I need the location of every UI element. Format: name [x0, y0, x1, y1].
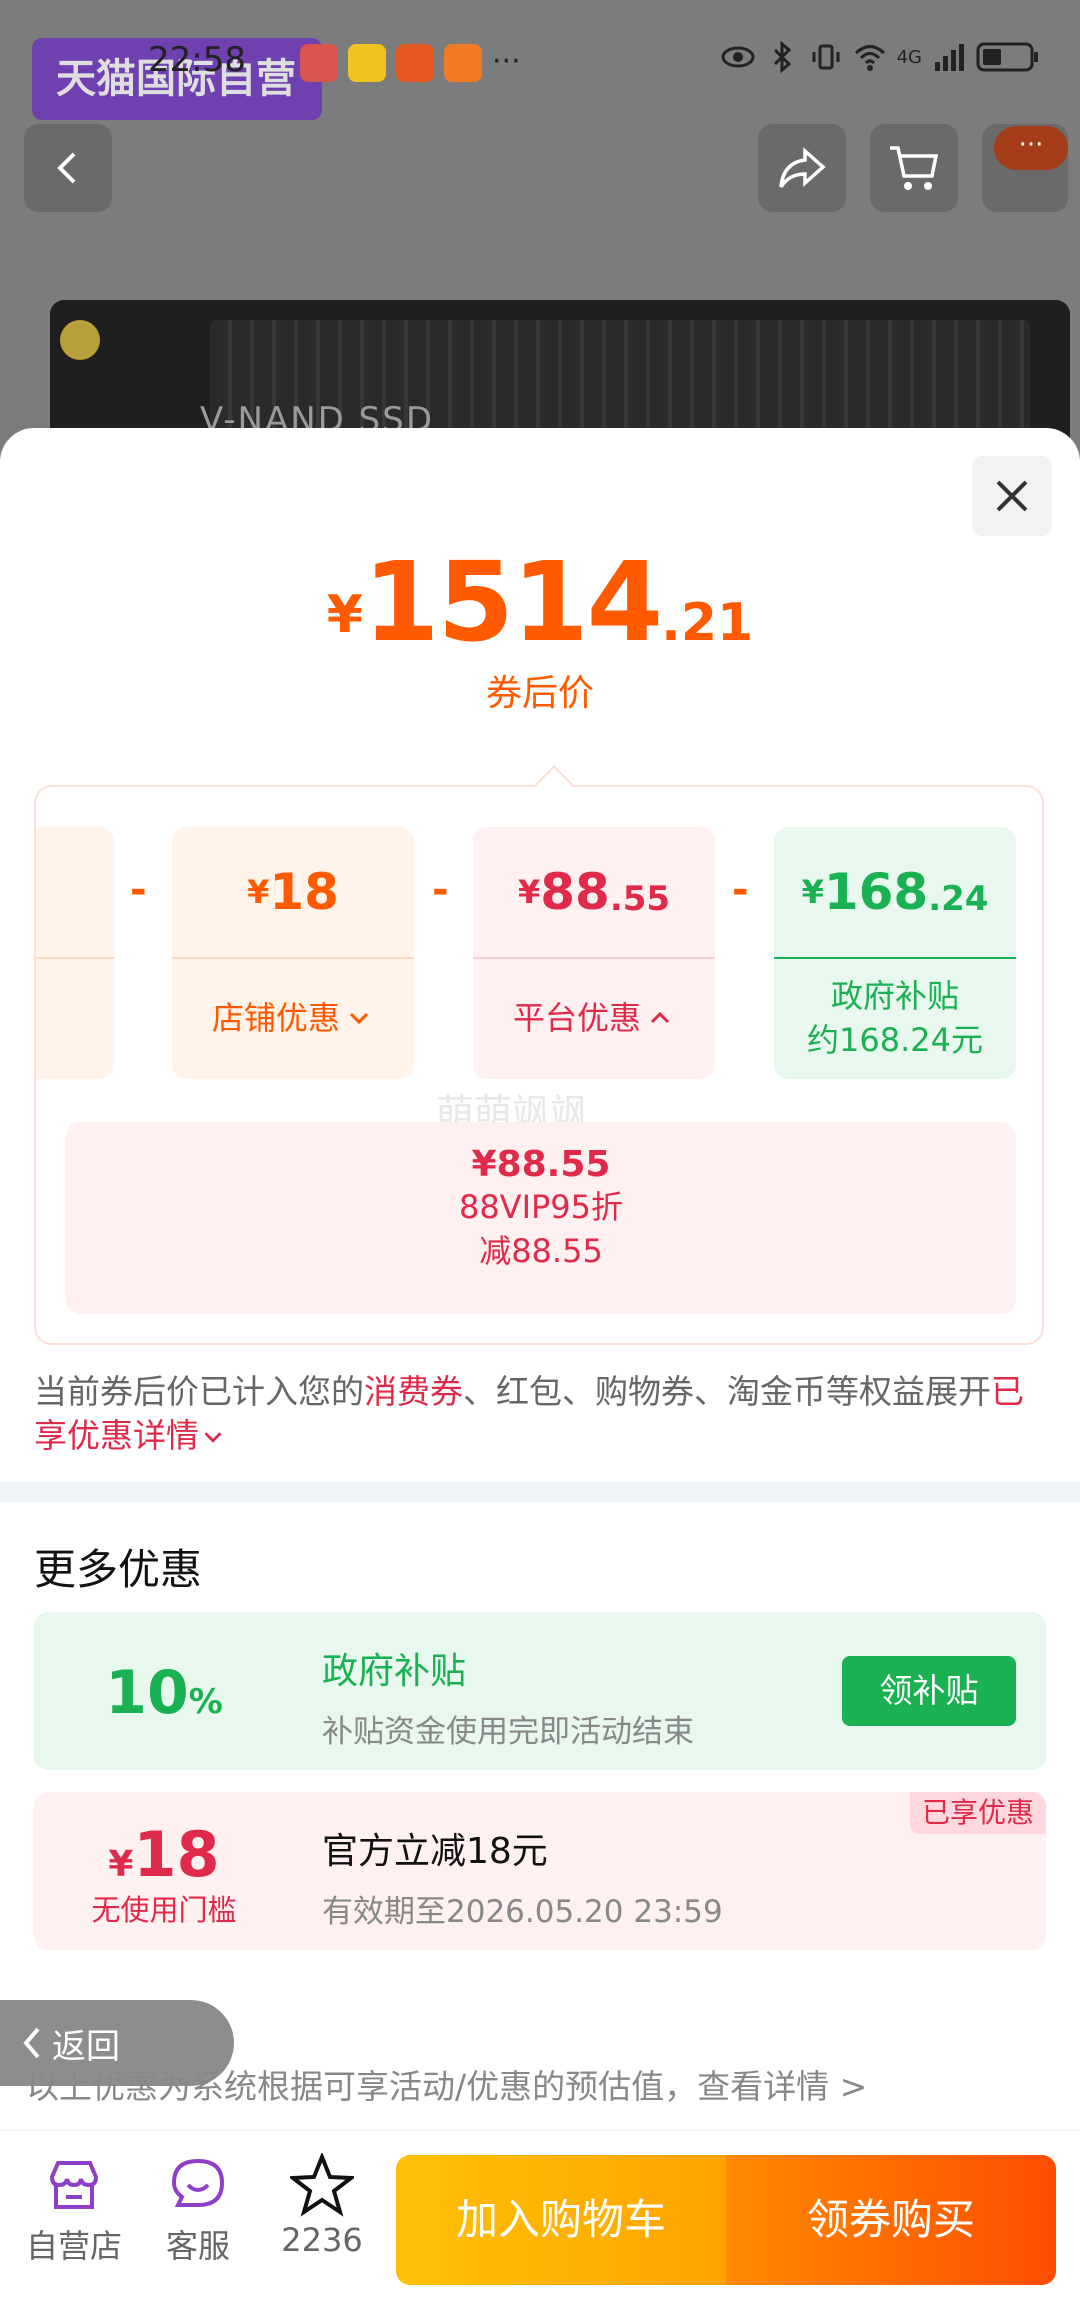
bluetooth-icon [773, 40, 791, 74]
notification-icons: ··· [300, 44, 521, 82]
cart-button[interactable] [870, 124, 958, 212]
back-button[interactable] [24, 124, 112, 212]
favorite-button[interactable]: 2236 [272, 2149, 372, 2259]
more-notifications: ··· [492, 44, 521, 79]
mail-app-icon [396, 44, 434, 82]
share-button[interactable] [758, 124, 846, 212]
chevron-down-icon[interactable] [199, 1423, 227, 1451]
status-icons: 4G [721, 40, 1040, 74]
buy-with-coupon-button[interactable]: 领券购买 [726, 2155, 1056, 2285]
section-divider [0, 1482, 1080, 1502]
official-discount-offer: ¥18 无使用门槛 官方立减18元 有效期至2026.05.20 23:59 已… [34, 1792, 1046, 1950]
gov-subsidy-label: 政府补贴 [830, 977, 959, 1015]
claim-subsidy-button[interactable]: 领补贴 [842, 1656, 1016, 1726]
discount-breakdown: - ¥18 店铺优惠 - ¥88.55 平台优惠 - ¥168 .24 政府补贴… [34, 765, 1044, 1345]
minus-sign: - [130, 867, 147, 913]
platform-discount-label: 平台优惠 [512, 999, 641, 1037]
consumer-voucher-text: 消费券 [364, 1372, 463, 1411]
star-icon [290, 2153, 354, 2217]
detail-value: ¥88.55 [471, 1144, 611, 1185]
offer-title: 官方立减18元 [322, 1831, 548, 1872]
store-discount-card[interactable]: ¥18 店铺优惠 [172, 827, 414, 1079]
add-to-cart-button[interactable]: 加入购物车 [396, 2155, 726, 2285]
gov-subsidy-amount: 约168.24元 [807, 1021, 983, 1059]
offer-validity: 有效期至2026.05.20 23:59 [322, 1894, 723, 1930]
final-price: ¥1514.21 [326, 538, 754, 666]
detail-line-2: 减88.55 [479, 1232, 603, 1270]
status-bar: 22:58 ··· 4G [0, 34, 1080, 94]
store-discount-label: 店铺优惠 [211, 999, 340, 1037]
close-icon [996, 480, 1028, 512]
status-time: 22:58 [148, 40, 246, 80]
platform-discount-card[interactable]: ¥88.55 平台优惠 [473, 827, 715, 1079]
final-price-label: 券后价 [485, 673, 594, 714]
offer-title: 政府补贴 [322, 1651, 467, 1692]
customer-service-icon [171, 2158, 225, 2207]
more-offers-title: 更多优惠 [34, 1545, 203, 1594]
offer-subtitle: 补贴资金使用完即活动结束 [322, 1714, 694, 1750]
customer-service-label: 客服 [165, 2227, 230, 2265]
discount-sheet: ¥1514.21 券后价 - ¥18 店铺优惠 - ¥88.55 平台优惠 - … [0, 428, 1080, 2310]
store-button[interactable]: 自营店 [24, 2149, 124, 2267]
bottom-action-bar: 自营店 客服 2236 加入购物车 领券购买 [0, 2130, 1080, 2310]
detail-line-1: 88VIP95折 [458, 1188, 624, 1226]
store-icon [49, 2161, 99, 2209]
estimate-footnote[interactable]: 以上优惠为系统根据可享活动/优惠的预估值，查看详情 > [26, 2060, 867, 2108]
minus-sign: - [732, 867, 749, 913]
gov-subsidy-card[interactable]: ¥168.24 政府补贴 约168.24元 [774, 827, 1016, 1079]
share-icon [779, 147, 826, 188]
store-label: 自营店 [25, 2227, 122, 2265]
weibo-app-icon [348, 44, 386, 82]
huawei-app-icon [300, 44, 338, 82]
gov-subsidy-offer: 10% 政府补贴 补贴资金使用完即活动结束 领补贴 [34, 1612, 1046, 1770]
chevron-down-icon [349, 1012, 369, 1025]
favorites-count: 2236 [281, 2221, 363, 2259]
price-note: 当前券后价已计入您的消费券、红包、购物券、淘金币等权益展开已享优惠详情 [34, 1372, 1024, 1455]
hidden-discount-card [36, 827, 114, 1079]
battery-icon [976, 42, 1038, 72]
applied-badge: 已享优惠 [909, 1792, 1046, 1834]
chevron-left-icon [23, 2027, 40, 2059]
close-button[interactable] [972, 456, 1052, 536]
minus-sign: - [432, 867, 449, 913]
eye-icon [721, 46, 755, 68]
cart-icon [890, 146, 939, 190]
product-background: V-NAND SSD 天猫国际自营 22:58 ··· 4G ··· [0, 0, 1080, 460]
offer-threshold: 无使用门槛 [91, 1893, 237, 1927]
chevron-left-icon [57, 152, 76, 184]
network-type: 4G [896, 46, 922, 68]
more-icon[interactable]: ··· [994, 126, 1068, 170]
platform-discount-detail: ¥88.55 88VIP95折 减88.55 [66, 1122, 1016, 1314]
vibrate-icon [812, 44, 840, 70]
customer-service-button[interactable]: 客服 [148, 2149, 248, 2267]
taobao-app-icon [444, 44, 482, 82]
wifi-icon [854, 45, 885, 71]
chevron-up-icon [650, 1011, 670, 1024]
signal-icon [935, 44, 964, 71]
